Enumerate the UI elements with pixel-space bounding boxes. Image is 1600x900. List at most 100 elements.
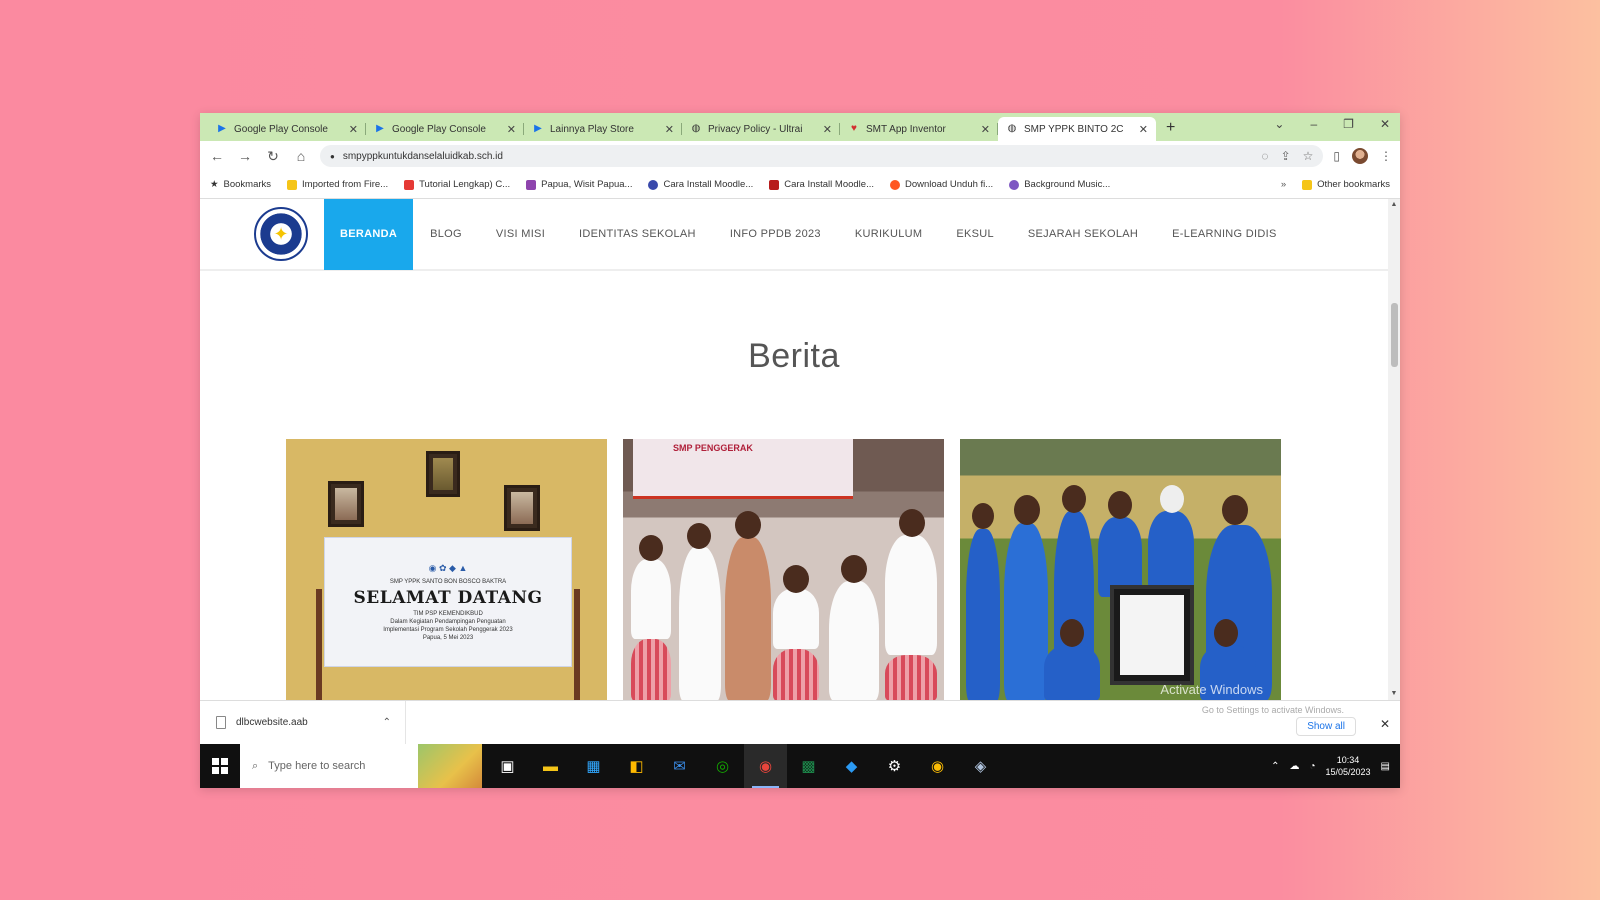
side-panel-icon[interactable]: ▯	[1333, 149, 1340, 163]
news-card-students-group[interactable]: SMP PENGGERAK	[623, 439, 944, 700]
task-view-icon[interactable]: ▣	[486, 744, 529, 788]
home-icon[interactable]: ⌂	[292, 148, 310, 164]
download-item[interactable]: dlbcwebsite.aab ⌃	[216, 700, 406, 745]
notification-icon[interactable]: ▤	[1381, 761, 1390, 772]
restore-button[interactable]: ❐	[1343, 117, 1354, 131]
forward-icon[interactable]: →	[236, 148, 254, 164]
vscode-icon[interactable]: ◆	[830, 744, 873, 788]
tab-google-play-console-1[interactable]: ▶ Google Play Console ✕	[208, 117, 366, 141]
news-card-students-blue[interactable]: Activate Windows	[960, 439, 1281, 700]
close-icon[interactable]: ✕	[507, 123, 516, 136]
close-icon[interactable]: ✕	[1380, 717, 1390, 731]
browser-window: ▶ Google Play Console ✕ ▶ Google Play Co…	[200, 113, 1400, 788]
student-figure	[1044, 645, 1100, 700]
file-icon	[216, 716, 226, 729]
url-text: smpyppkuntukdanselaluidkab.sch.id	[342, 150, 503, 162]
profile-avatar[interactable]	[1352, 148, 1368, 164]
minimize-button[interactable]: –	[1310, 117, 1317, 131]
site-icon	[648, 179, 659, 190]
scroll-thumb[interactable]	[1391, 303, 1398, 367]
close-icon[interactable]: ✕	[1139, 123, 1148, 136]
student-figure	[735, 511, 761, 539]
chrome-icon[interactable]: ◉	[744, 744, 787, 788]
close-icon[interactable]: ✕	[981, 123, 990, 136]
news-card-welcome-banner[interactable]: ◉ ✿ ◆ ▲ SMP YPPK SANTO BON BOSCO BAKTRA …	[286, 439, 607, 700]
tab-app-inventor[interactable]: ♥ SMT App Inventor ✕	[840, 117, 998, 141]
close-icon[interactable]: ✕	[349, 123, 358, 136]
page-scrollbar[interactable]: ▲ ▼	[1388, 199, 1400, 700]
start-button[interactable]	[200, 744, 240, 788]
store-icon[interactable]: ◧	[615, 744, 658, 788]
tab-play-store[interactable]: ▶ Lainnya Play Store ✕	[524, 117, 682, 141]
mail-icon[interactable]: ✉	[658, 744, 701, 788]
network-icon[interactable]: ☁	[1289, 761, 1299, 772]
nav-beranda[interactable]: BERANDA	[324, 199, 414, 270]
bookmark-item[interactable]: Tutorial Lengkap) C...	[404, 179, 510, 190]
app-icon[interactable]: ◈	[959, 744, 1002, 788]
tab-google-play-console-2[interactable]: ▶ Google Play Console ✕	[366, 117, 524, 141]
student-figure	[773, 589, 819, 649]
close-window-button[interactable]: ✕	[1380, 117, 1390, 131]
excel-icon[interactable]: ▩	[787, 744, 830, 788]
bookmark-item[interactable]: Papua, Wisit Papua...	[526, 179, 632, 190]
app-inventor-icon: ♥	[851, 123, 857, 134]
menu-icon[interactable]: ⋮	[1380, 149, 1392, 163]
scroll-up-icon[interactable]: ▲	[1388, 199, 1400, 211]
tab-privacy-policy[interactable]: ◍ Privacy Policy - Ultrai ✕	[682, 117, 840, 141]
window-controls: ⌄ – ❐ ✕	[1274, 117, 1390, 131]
tab-search-icon[interactable]: ⌄	[1274, 117, 1284, 131]
banner-post	[316, 589, 322, 700]
close-icon[interactable]: ✕	[665, 123, 674, 136]
nav-kurikulum[interactable]: KURIKULUM	[838, 199, 940, 270]
back-icon[interactable]: ←	[208, 148, 226, 164]
chrome-icon[interactable]: ◉	[916, 744, 959, 788]
show-all-button[interactable]: Show all	[1296, 717, 1356, 736]
other-bookmarks[interactable]: Other bookmarks	[1302, 179, 1390, 190]
student-figure	[1014, 495, 1040, 525]
school-logo[interactable]: ✦	[254, 207, 308, 261]
file-explorer-icon[interactable]: ▬	[529, 744, 572, 788]
google-lens-icon[interactable]: ◌	[1261, 149, 1268, 163]
student-figure	[885, 535, 937, 655]
student-figure	[829, 581, 879, 700]
star-icon[interactable]: ☆	[1303, 149, 1314, 163]
address-bar[interactable]: ● smpyppkuntukdanselaluidkab.sch.id ◌ ⇪ …	[320, 145, 1324, 167]
folder-icon	[287, 179, 298, 190]
share-icon[interactable]: ⇪	[1281, 149, 1291, 163]
search-highlight-image	[418, 744, 482, 788]
nav-identitas-sekolah[interactable]: IDENTITAS SEKOLAH	[562, 199, 713, 270]
new-tab-button[interactable]: +	[1166, 117, 1175, 141]
site-icon	[526, 179, 537, 190]
nav-e-learning[interactable]: E-LEARNING DIDIS	[1155, 199, 1293, 270]
youtube-icon	[404, 179, 415, 190]
chevron-up-icon[interactable]: ⌃	[383, 717, 391, 728]
nav-sejarah-sekolah[interactable]: SEJARAH SEKOLAH	[1011, 199, 1155, 270]
close-icon[interactable]: ✕	[823, 123, 832, 136]
bookmark-item[interactable]: Cara Install Moodle...	[648, 179, 753, 190]
chevron-right-icon[interactable]: »	[1281, 179, 1286, 190]
chevron-up-icon[interactable]: ⌃	[1271, 761, 1279, 772]
settings-icon[interactable]: ⚙	[873, 744, 916, 788]
upwork-icon[interactable]: ◎	[701, 744, 744, 788]
bookmark-item[interactable]: Cara Install Moodle...	[769, 179, 874, 190]
tab-smp-yppk[interactable]: ◍ SMP YPPK BINTO 2C ✕	[998, 117, 1156, 141]
nav-blog[interactable]: BLOG	[413, 199, 479, 270]
volume-icon[interactable]: ◔	[1309, 761, 1315, 772]
bookmark-item[interactable]: ★ Bookmarks	[210, 179, 271, 190]
taskbar-search[interactable]: ⌕ Type here to search	[240, 744, 482, 788]
student-figure	[841, 555, 867, 583]
scroll-down-icon[interactable]: ▼	[1388, 688, 1400, 700]
nav-info-ppdb[interactable]: INFO PPDB 2023	[713, 199, 838, 270]
portrait-frame	[328, 481, 364, 527]
nav-eksul[interactable]: EKSUL	[939, 199, 1011, 270]
bookmark-item[interactable]: Background Music...	[1009, 179, 1110, 190]
photoshop-icon[interactable]: ▦	[572, 744, 615, 788]
bookmark-item[interactable]: Imported from Fire...	[287, 179, 388, 190]
reload-icon[interactable]: ↻	[264, 148, 282, 165]
clock[interactable]: 10:34 15/05/2023	[1326, 754, 1371, 778]
bookmarks-bar: ★ Bookmarks Imported from Fire... Tutoria…	[200, 171, 1400, 199]
activate-windows-hint: Go to Settings to activate Windows.	[1201, 705, 1344, 715]
student-figure	[773, 649, 819, 700]
nav-visi-misi[interactable]: VISI MISI	[479, 199, 562, 270]
bookmark-item[interactable]: Download Unduh fi...	[890, 179, 993, 190]
